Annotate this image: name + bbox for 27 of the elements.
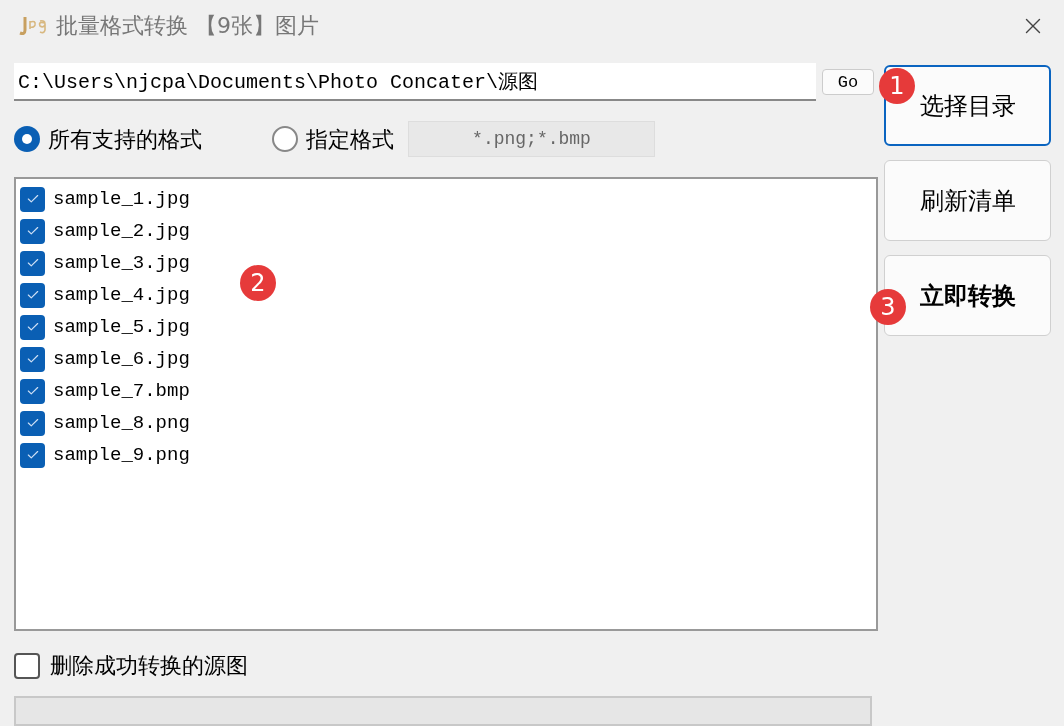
format-radio[interactable]: 指定格式 xyxy=(272,122,394,156)
check-icon xyxy=(25,448,40,462)
check-icon xyxy=(25,352,40,366)
file-item[interactable]: sample_5.jpg xyxy=(20,311,190,343)
go-button[interactable]: Go xyxy=(822,69,874,95)
window-title: 批量格式转换 【9张】图片 xyxy=(56,12,319,40)
check-icon xyxy=(25,288,40,302)
file-item[interactable]: sample_9.png xyxy=(20,439,190,471)
delete-source-checkbox[interactable]: 删除成功转换的源图 xyxy=(14,649,878,682)
file-item[interactable]: sample_2.jpg xyxy=(20,215,190,247)
file-item[interactable]: sample_3.jpg xyxy=(20,247,190,279)
path-field[interactable]: C:\Users\njcpa\Documents\Photo Concater\源图 xyxy=(14,63,816,101)
file-item[interactable]: sample_7.bmp xyxy=(20,375,190,407)
check-icon xyxy=(25,192,40,206)
file-item[interactable]: sample_4.jpg xyxy=(20,279,190,311)
action-button[interactable]: 刷新清单 xyxy=(884,160,1051,241)
format-field[interactable]: *.png;*.bmp xyxy=(408,121,655,157)
file-item[interactable]: sample_1.jpg xyxy=(20,183,190,215)
file-item[interactable]: sample_6.jpg xyxy=(20,343,190,375)
check-icon xyxy=(25,416,40,430)
number-badge: 1 xyxy=(879,68,915,104)
check-icon xyxy=(25,384,40,398)
check-icon xyxy=(25,224,40,238)
check-icon xyxy=(25,320,40,334)
format-radio[interactable]: 所有支持的格式 xyxy=(14,122,272,156)
check-icon xyxy=(25,256,40,270)
file-item[interactable]: sample_8.png xyxy=(20,407,190,439)
